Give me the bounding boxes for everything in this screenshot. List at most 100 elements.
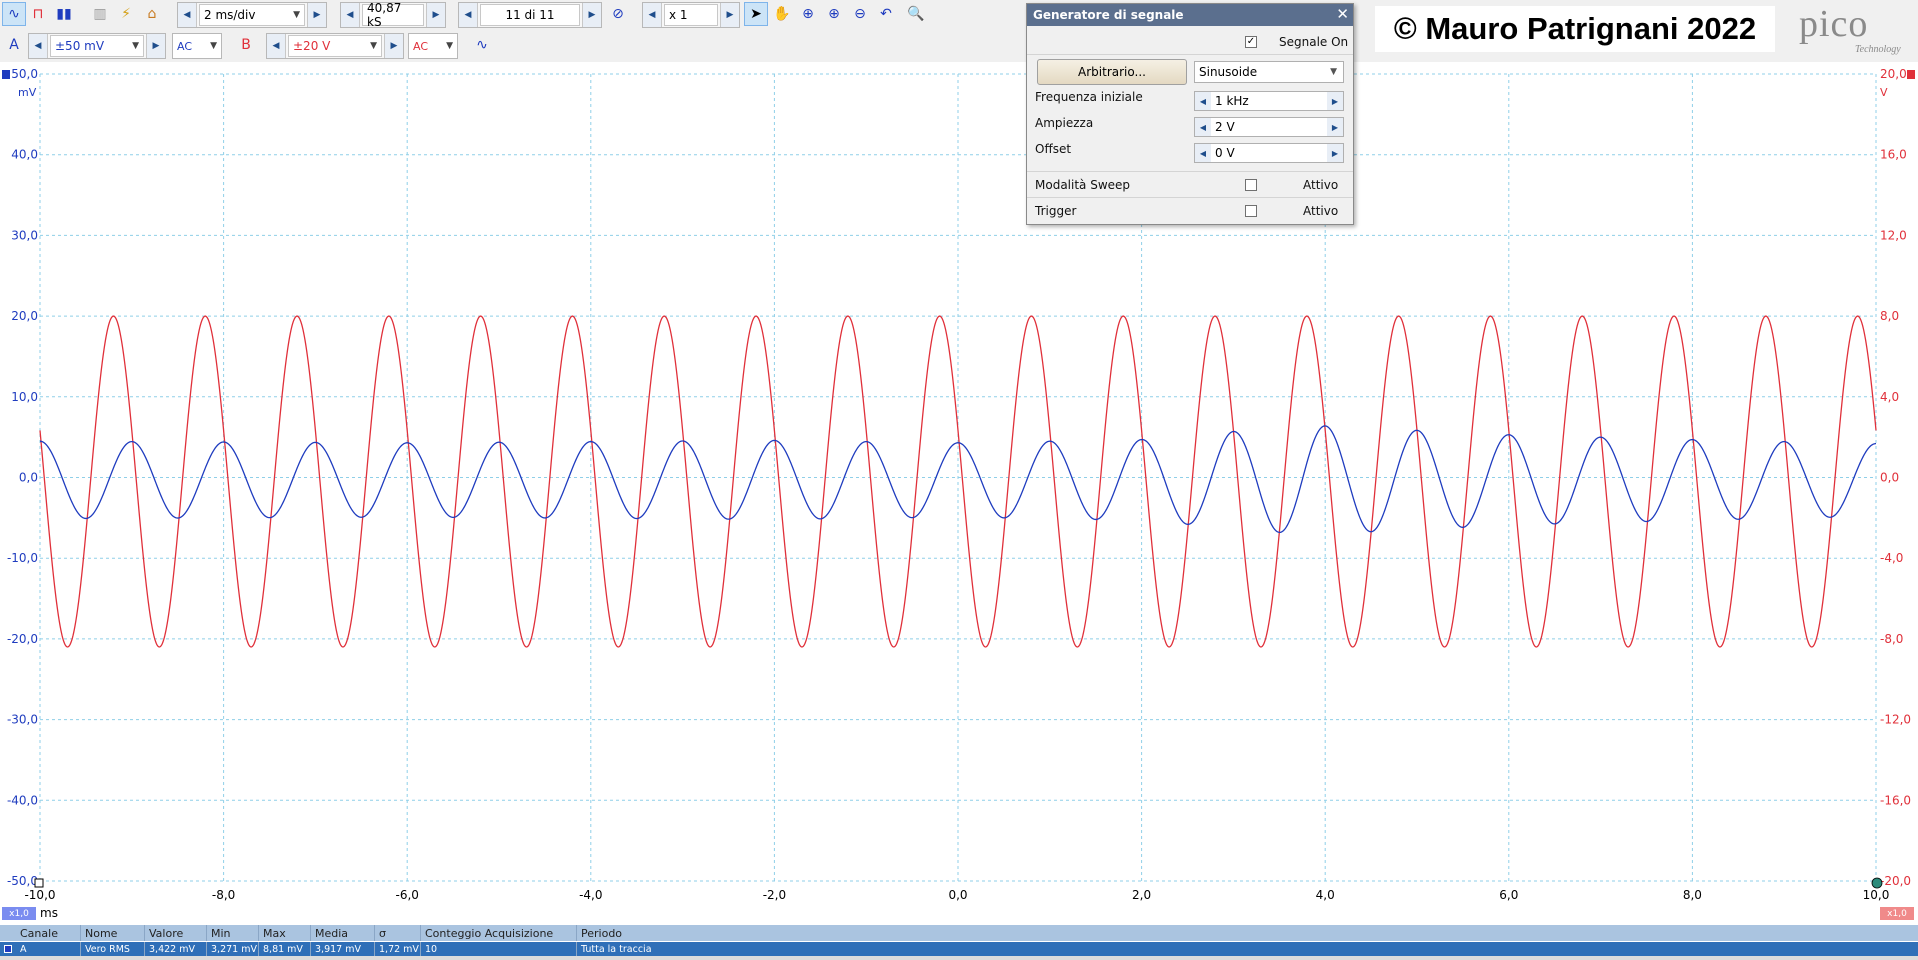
zoom-in-icon[interactable]: ⊕ (822, 2, 846, 26)
amplitude-stepper[interactable]: ◀ 2 V ▶ (1194, 117, 1344, 137)
offset-increment-button[interactable]: ▶ (1327, 144, 1343, 162)
trigger-marker[interactable] (34, 878, 44, 888)
frequency-label: Frequenza iniziale (1035, 90, 1143, 104)
x-tick-label: 6,0 (1499, 888, 1518, 902)
channel-b-range-next-button[interactable]: ▶ (384, 34, 403, 58)
amplitude-decrement-button[interactable]: ◀ (1195, 118, 1211, 136)
frequency-increment-button[interactable]: ▶ (1327, 92, 1343, 110)
channel-a-range-next-button[interactable]: ▶ (146, 34, 165, 58)
samples-next-button[interactable]: ▶ (426, 3, 445, 27)
timebase-prev-button[interactable]: ◀ (178, 3, 197, 27)
oscilloscope-plot[interactable]: 50,0 40,0 30,0 20,0 10,0 0,0 -10,0 -20,0 -30,0 -4… (0, 62, 1918, 907)
pointer-icon[interactable]: ➤ (744, 2, 768, 26)
channel-a-range-select[interactable]: ±50 mV ▼ (50, 35, 144, 57)
capture-navigator: ◀ 11 di 11 ▶ (458, 2, 602, 28)
channel-a-range-prev-button[interactable]: ◀ (29, 34, 48, 58)
home-icon[interactable]: ⌂ (140, 2, 164, 26)
trigger-icon[interactable]: ⚡ (114, 2, 138, 26)
samples-prev-button[interactable]: ◀ (341, 3, 360, 27)
zoom-prev-button[interactable]: ◀ (643, 3, 662, 27)
offset-label: Offset (1035, 142, 1072, 156)
close-icon[interactable]: ✕ (1336, 5, 1349, 23)
measurement-row[interactable]: A Vero RMS 3,422 mV 3,271 mV 8,81 mV 3,9… (0, 942, 1918, 956)
spectrum-mode-icon[interactable]: ▮▮ (52, 2, 76, 26)
frequency-value[interactable]: 1 kHz (1211, 94, 1327, 108)
channel-a-options-button[interactable]: A (2, 33, 26, 57)
hand-icon[interactable]: ✋ (770, 2, 794, 26)
channel-b-range-control: ◀ ±20 V ▼ ▶ (266, 33, 404, 59)
y-right-tick-label: -16,0 (1880, 793, 1911, 807)
zoom-field[interactable]: x 1 (664, 4, 718, 26)
y-left-tick-label: -30,0 (7, 713, 38, 727)
signal-on-checkbox[interactable]: ✓ (1245, 36, 1257, 48)
amplitude-value[interactable]: 2 V (1211, 120, 1327, 134)
x-tick-label: -8,0 (212, 888, 235, 902)
capture-next-button[interactable]: ▶ (582, 3, 601, 27)
frequency-stepper[interactable]: ◀ 1 kHz ▶ (1194, 91, 1344, 111)
arbitrary-button[interactable]: Arbitrario... (1037, 59, 1187, 85)
trigger-active-label: Attivo (1303, 204, 1339, 218)
signal-on-label: Segnale On (1279, 35, 1349, 49)
channel-b-options-button[interactable]: B (234, 33, 258, 57)
header-canale[interactable]: Canale (0, 925, 80, 941)
header-sigma[interactable]: σ (374, 925, 422, 941)
x-tick-label: 2,0 (1132, 888, 1151, 902)
channel-b-coupling-select[interactable]: AC ▼ (408, 33, 458, 59)
zoom-area-icon[interactable]: ⊕ (796, 2, 820, 26)
channel-b-range-select[interactable]: ±20 V ▼ (288, 35, 382, 57)
header-min[interactable]: Min (206, 925, 258, 941)
persistence-mode-icon[interactable]: ⊓ (26, 2, 50, 26)
cell-min: 3,271 mV (206, 942, 258, 956)
channel-b-range-prev-button[interactable]: ◀ (267, 34, 286, 58)
frequency-decrement-button[interactable]: ◀ (1195, 92, 1211, 110)
header-conteggio[interactable]: Conteggio Acquisizione (420, 925, 576, 941)
amplitude-increment-button[interactable]: ▶ (1327, 118, 1343, 136)
ruler-handle[interactable] (1871, 877, 1883, 889)
zoom-out-icon[interactable]: ⊖ (848, 2, 872, 26)
channel-a-axis-marker[interactable] (2, 70, 10, 79)
offset-decrement-button[interactable]: ◀ (1195, 144, 1211, 162)
sweep-label: Modalità Sweep (1035, 178, 1131, 192)
waveform-select[interactable]: Sinusoide ▼ (1194, 61, 1344, 83)
sweep-checkbox[interactable] (1245, 179, 1257, 191)
capture-field[interactable]: 11 di 11 (480, 4, 580, 26)
x-tick-label: -4,0 (579, 888, 602, 902)
signal-generator-dialog: Generatore di segnale ✕ ✓ Segnale On Arb… (1026, 3, 1354, 225)
zoom-next-button[interactable]: ▶ (720, 3, 739, 27)
samples-field[interactable]: 40,87 kS (362, 1, 424, 29)
y-right-tick-label: 12,0 (1880, 228, 1907, 242)
compass-icon[interactable]: ⊘ (606, 2, 630, 26)
channel-a-range-control: ◀ ±50 mV ▼ ▶ (28, 33, 166, 59)
y-left-tick-label: 30,0 (11, 228, 38, 242)
y-left-tick-label: 50,0 (11, 67, 38, 81)
y-left-tick-label: -10,0 (7, 551, 38, 565)
scale-badge-right[interactable]: x1,0 (1880, 907, 1914, 920)
scale-badge-left[interactable]: x1,0 (2, 907, 36, 920)
cell-max: 8,81 mV (258, 942, 310, 956)
timebase-next-button[interactable]: ▶ (307, 3, 326, 27)
x-tick-label: -2,0 (763, 888, 786, 902)
trigger-checkbox[interactable] (1245, 205, 1257, 217)
header-media[interactable]: Media (310, 925, 374, 941)
y-left-unit: mV (18, 86, 37, 99)
scope-mode-icon[interactable]: ∿ (2, 2, 26, 26)
header-max[interactable]: Max (258, 925, 310, 941)
signal-generator-icon[interactable]: ∿ (470, 33, 494, 57)
cell-periodo: Tutta la traccia (576, 942, 1918, 956)
y-right-tick-label: -4,0 (1880, 551, 1903, 565)
offset-stepper[interactable]: ◀ 0 V ▶ (1194, 143, 1344, 163)
capture-prev-button[interactable]: ◀ (459, 3, 478, 27)
header-nome[interactable]: Nome (80, 925, 144, 941)
measurements-header: Canale Nome Valore Min Max Media σ Conte… (0, 925, 1918, 941)
channels-icon[interactable]: ▥ (88, 2, 112, 26)
copyright-watermark: © Mauro Patrignani 2022 (1375, 6, 1775, 52)
channel-b-axis-marker[interactable] (1907, 70, 1915, 79)
timebase-select[interactable]: 2 ms/div ▼ (199, 4, 305, 26)
header-periodo[interactable]: Periodo (576, 925, 1918, 941)
zoom-overview-icon[interactable]: 🔍 (904, 2, 928, 26)
undo-zoom-icon[interactable]: ↶ (874, 2, 898, 26)
y-right-tick-label: 8,0 (1880, 309, 1899, 323)
offset-value[interactable]: 0 V (1211, 146, 1327, 160)
channel-a-coupling-select[interactable]: AC ▼ (172, 33, 222, 59)
y-right-tick-label: 4,0 (1880, 390, 1899, 404)
